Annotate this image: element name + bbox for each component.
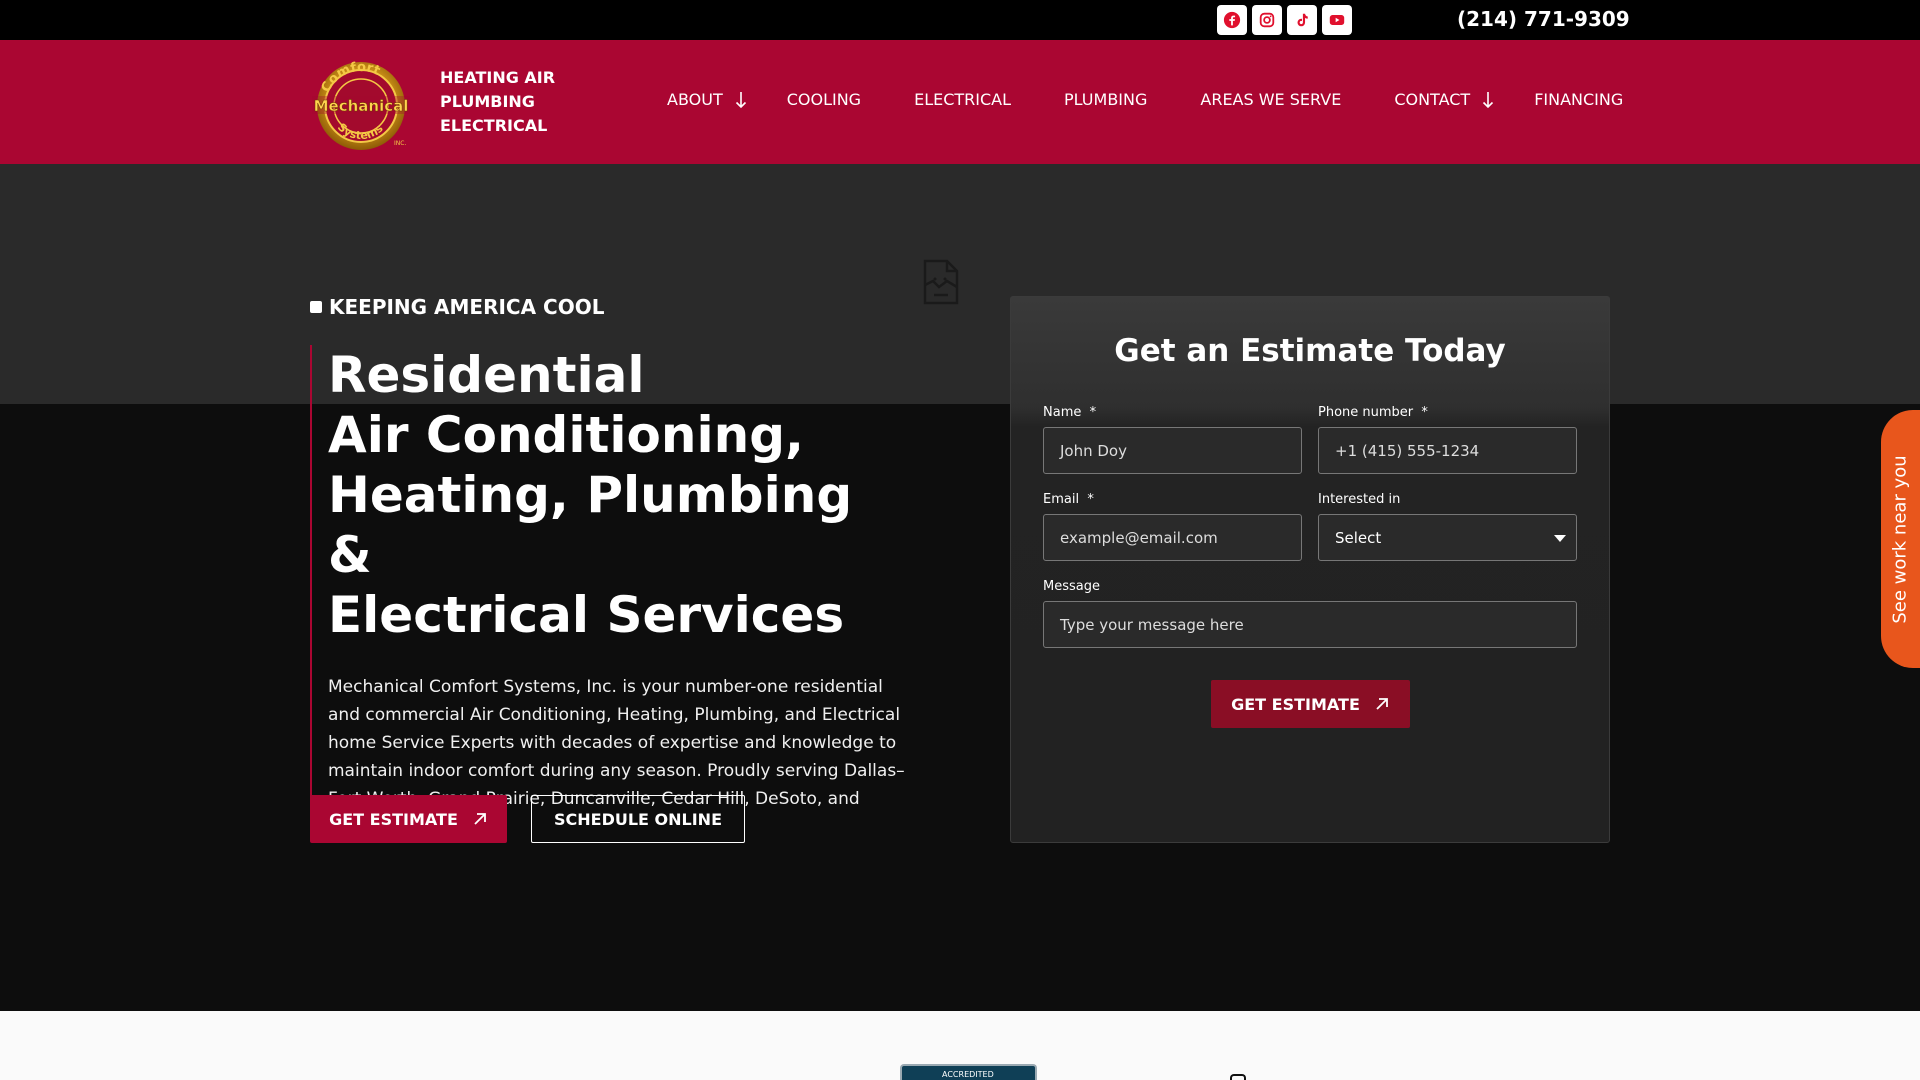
header-tagline: HEATING AIR PLUMBING ELECTRICAL — [440, 66, 555, 138]
get-estimate-button[interactable]: GET ESTIMATE — [310, 795, 507, 843]
arrow-down-icon — [735, 91, 746, 108]
nav-item-electrical[interactable]: ELECTRICAL — [914, 90, 1011, 109]
input-placeholder: Type your message here — [1060, 615, 1244, 634]
form-title: Get an Estimate Today — [1114, 333, 1506, 369]
interest-label: Interested in — [1318, 492, 1401, 507]
tagline-line: HEATING AIR — [440, 68, 556, 87]
arrow-down-icon — [1483, 91, 1494, 108]
side-tab-label-wrap[interactable]: See work near you — [1881, 410, 1920, 668]
hero-title-line: Residential — [328, 346, 645, 404]
nav-label: CONTACT — [1394, 90, 1471, 109]
badge-icon — [1230, 1074, 1246, 1080]
hero-background-lower — [0, 404, 1920, 1011]
logo-word-main: Mechanical — [314, 97, 409, 115]
nav-item-cooling[interactable]: COOLING — [787, 90, 861, 109]
tagline-line: ELECTRICAL — [440, 116, 548, 135]
bbb-badge-text: ACCREDITED — [942, 1070, 994, 1079]
broken-image-icon — [923, 259, 959, 305]
email-label: Email * — [1043, 492, 1094, 507]
facebook-icon — [1223, 11, 1241, 29]
name-input[interactable]: John Doy — [1043, 427, 1302, 474]
nav-item-plumbing[interactable]: PLUMBING — [1064, 90, 1147, 109]
button-label: GET ESTIMATE — [329, 809, 458, 829]
email-input[interactable]: example@email.com — [1043, 514, 1302, 561]
button-label: SCHEDULE ONLINE — [553, 809, 722, 829]
message-label: Message — [1043, 579, 1100, 594]
square-bullet-icon — [310, 301, 322, 313]
top-bar: (214) 771-9309 — [0, 0, 1920, 40]
youtube-icon — [1329, 15, 1345, 25]
hero-title-line: Air Conditioning, — [328, 406, 804, 464]
social-links — [1217, 5, 1352, 35]
message-input[interactable]: Type your message here — [1043, 601, 1577, 648]
button-label: GET ESTIMATE — [1231, 694, 1360, 714]
arrow-up-right-icon — [474, 813, 486, 825]
name-label: Name * — [1043, 405, 1097, 420]
company-logo[interactable]: Comfort Systems Mechanical INC. — [310, 58, 412, 150]
input-placeholder: example@email.com — [1060, 528, 1218, 547]
hero-title-line: Heating, Plumbing & — [328, 466, 853, 584]
phone-label: Phone number * — [1318, 405, 1428, 420]
instagram-icon — [1259, 12, 1275, 28]
site-header: Comfort Systems Mechanical INC. HEATING … — [0, 40, 1920, 164]
side-tab-label: See work near you — [1890, 454, 1912, 624]
hero-title: Residential Air Conditioning, Heating, P… — [328, 345, 908, 645]
nav-item-about[interactable]: ABOUT — [667, 90, 747, 109]
phone-input[interactable]: +1 (415) 555-1234 — [1318, 427, 1577, 474]
main-nav: ABOUT COOLING ELECTRICAL PLUMBING AREAS … — [667, 90, 1623, 109]
tagline-line: PLUMBING — [440, 92, 535, 111]
input-placeholder: +1 (415) 555-1234 — [1335, 441, 1480, 460]
hero-title-line: Electrical Services — [328, 586, 845, 644]
tiktok-icon — [1297, 13, 1308, 27]
phone-number[interactable]: (214) 771-9309 — [1457, 7, 1630, 31]
estimate-form: Get an Estimate Today Name * John Doy Ph… — [1010, 296, 1610, 843]
nav-item-contact[interactable]: CONTACT — [1394, 90, 1494, 109]
instagram-link[interactable] — [1252, 5, 1282, 35]
hero-text-block: Residential Air Conditioning, Heating, P… — [310, 345, 910, 841]
youtube-link[interactable] — [1322, 5, 1352, 35]
select-value: Select — [1335, 528, 1382, 547]
nav-label: COOLING — [786, 90, 862, 109]
facebook-link[interactable] — [1217, 5, 1247, 35]
nav-label: ABOUT — [667, 90, 723, 109]
eyebrow-text: KEEPING AMERICA COOL — [329, 295, 605, 319]
nav-label: AREAS WE SERVE — [1200, 90, 1342, 109]
input-placeholder: John Doy — [1060, 441, 1127, 460]
caret-down-icon — [1554, 535, 1566, 542]
hero-eyebrow: KEEPING AMERICA COOL — [310, 295, 604, 319]
nav-item-financing[interactable]: FINANCING — [1534, 90, 1623, 109]
form-submit-button[interactable]: GET ESTIMATE — [1211, 680, 1410, 728]
bbb-badge[interactable]: ACCREDITED — [900, 1064, 1037, 1080]
arrow-up-right-icon — [1376, 698, 1388, 710]
logo-word-inc: INC. — [394, 140, 406, 147]
schedule-online-button[interactable]: SCHEDULE ONLINE — [531, 795, 745, 843]
interest-select[interactable]: Select — [1318, 514, 1577, 561]
tiktok-link[interactable] — [1287, 5, 1317, 35]
nav-label: ELECTRICAL — [914, 90, 1012, 109]
nav-item-areas-we-serve[interactable]: AREAS WE SERVE — [1200, 90, 1341, 109]
nav-label: FINANCING — [1534, 90, 1624, 109]
nav-label: PLUMBING — [1064, 90, 1148, 109]
